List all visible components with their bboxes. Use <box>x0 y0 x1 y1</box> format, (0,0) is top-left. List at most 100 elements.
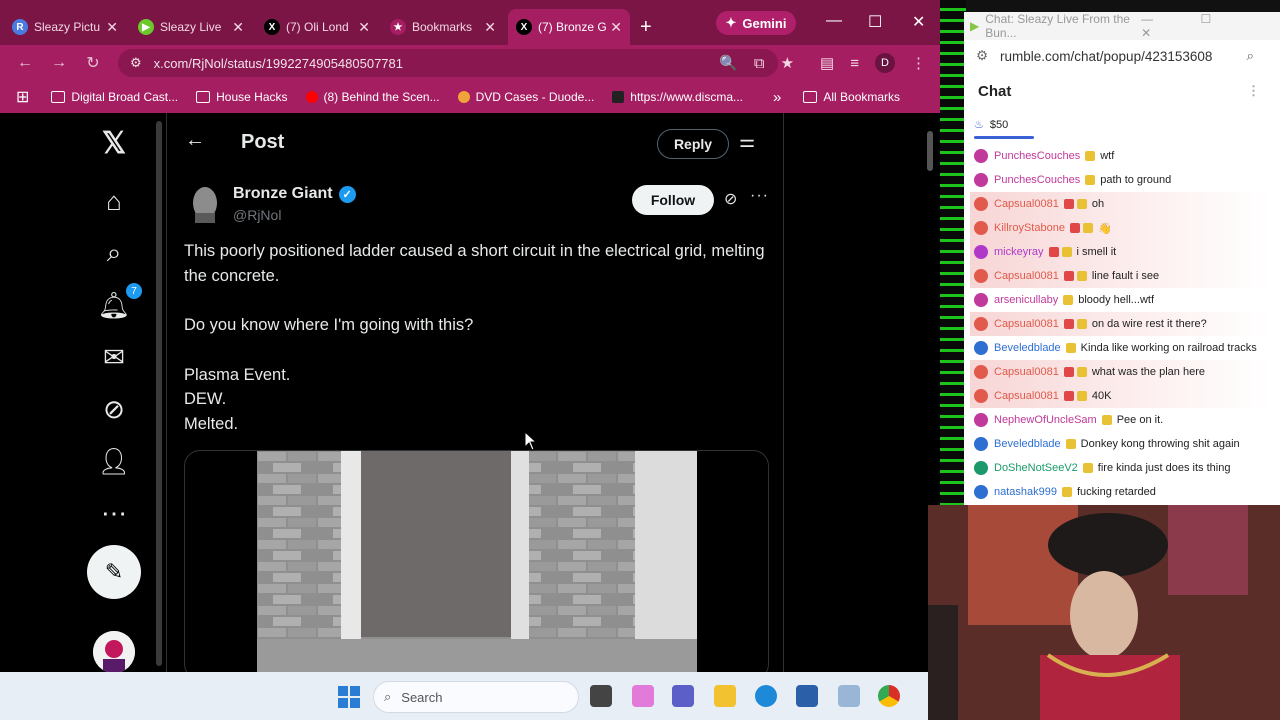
tab-close-icon[interactable]: ✕ <box>232 19 244 36</box>
search-icon[interactable]: ⌕ <box>96 235 132 271</box>
chat-message[interactable]: NephewOfUncleSam Pee on it. <box>970 408 1270 432</box>
site-info-icon[interactable]: ⚙ <box>130 55 142 71</box>
chat-user-avatar[interactable] <box>974 293 988 307</box>
media-control-icon[interactable]: ≡ <box>850 55 859 72</box>
tip-indicator[interactable]: ♨ $50 <box>974 118 1008 132</box>
bookmark-item[interactable]: House Hacks <box>196 90 288 104</box>
grok-explain-icon[interactable]: ⊘ <box>724 189 737 209</box>
chat-menu-icon[interactable]: ⋮ <box>1247 83 1260 99</box>
chat-user-avatar[interactable] <box>974 269 988 283</box>
more-options-icon[interactable]: ⋯ <box>96 495 132 531</box>
reading-list-icon[interactable]: ▤ <box>820 54 834 72</box>
filter-icon[interactable]: ⚌ <box>739 131 755 152</box>
profile-icon[interactable]: 👤︎ <box>96 443 132 479</box>
bookmark-item[interactable]: DVD Cases - Duode... <box>457 90 594 104</box>
post-video[interactable] <box>184 450 769 672</box>
chat-message[interactable]: PunchesCouches path to ground <box>970 168 1270 192</box>
chat-username[interactable]: Beveledblade <box>994 342 1061 354</box>
compose-post-button[interactable]: ✎ <box>87 545 141 599</box>
follow-button[interactable]: Follow <box>632 185 714 215</box>
zoom-icon[interactable]: ⌕ <box>1246 48 1254 64</box>
chat-message[interactable]: mickeyray i smell it <box>970 240 1270 264</box>
chat-message[interactable]: arsenicullaby bloody hell...wtf <box>970 288 1270 312</box>
apps-grid-icon[interactable]: ⊞ <box>16 87 29 107</box>
more-bookmarks-icon[interactable]: » <box>773 89 781 106</box>
site-info-icon[interactable]: ⚙ <box>976 48 988 64</box>
chat-username[interactable]: PunchesCouches <box>994 150 1080 162</box>
chat-user-avatar[interactable] <box>974 365 988 379</box>
chat-user-avatar[interactable] <box>974 173 988 187</box>
store-icon[interactable] <box>796 685 818 707</box>
chat-message[interactable]: Capsual0081 on da wire rest it there? <box>970 312 1270 336</box>
nav-scrollbar[interactable] <box>156 121 162 666</box>
author-handle[interactable]: @RjNol <box>233 207 281 223</box>
copilot-icon[interactable] <box>632 685 654 707</box>
chat-message[interactable]: Beveledblade Donkey kong throwing shit ag… <box>970 432 1270 456</box>
chrome-icon[interactable] <box>878 685 900 707</box>
bookmark-item[interactable]: https://www.discma... <box>612 90 743 104</box>
scrollbar-thumb[interactable] <box>927 131 933 171</box>
window-controls[interactable]: — ☐ ✕ <box>1141 12 1266 40</box>
chat-user-avatar[interactable] <box>974 197 988 211</box>
messages-icon[interactable]: ✉ <box>96 339 132 375</box>
maximize-button[interactable]: ☐ <box>868 12 882 32</box>
new-tab-button[interactable]: + <box>640 16 652 39</box>
chat-user-avatar[interactable] <box>974 485 988 499</box>
chat-username[interactable]: Capsual0081 <box>994 366 1059 378</box>
tab-close-icon[interactable]: ✕ <box>106 19 118 36</box>
start-button-icon[interactable] <box>338 686 360 708</box>
chat-user-avatar[interactable] <box>974 461 988 475</box>
tab-close-icon[interactable]: ✕ <box>484 19 496 36</box>
browser-tab[interactable]: X (7) Oli Lond ✕ <box>256 9 378 45</box>
tab-close-icon[interactable]: ✕ <box>610 19 622 36</box>
chat-user-avatar[interactable] <box>974 317 988 331</box>
chat-message[interactable]: Beveledblade Kinda like working on railro… <box>970 336 1270 360</box>
chat-user-avatar[interactable] <box>974 221 988 235</box>
bookmark-star-icon[interactable]: ★ <box>781 54 794 72</box>
chat-message[interactable]: Capsual0081 line fault i see <box>970 264 1270 288</box>
tab-close-icon[interactable]: ✕ <box>358 19 370 36</box>
teams-icon[interactable] <box>672 685 694 707</box>
chat-username[interactable]: NephewOfUncleSam <box>994 414 1097 426</box>
chat-username[interactable]: KillroyStabone <box>994 222 1065 234</box>
close-window-button[interactable]: ✕ <box>912 12 925 32</box>
profile-avatar[interactable]: D <box>875 53 895 73</box>
chat-message[interactable]: Capsual0081 what was the plan here <box>970 360 1270 384</box>
chat-username[interactable]: PunchesCouches <box>994 174 1080 186</box>
post-more-icon[interactable]: ··· <box>750 187 769 205</box>
file-explorer-icon[interactable] <box>714 685 736 707</box>
chat-user-avatar[interactable] <box>974 389 988 403</box>
chat-username[interactable]: Capsual0081 <box>994 390 1059 402</box>
app-icon[interactable] <box>838 685 860 707</box>
url-field[interactable]: ⚙ x.com/RjNol/status/1992274905480507781 <box>118 49 778 77</box>
chat-message[interactable]: Capsual0081 oh <box>970 192 1270 216</box>
edge-icon[interactable] <box>755 685 777 707</box>
browser-tab[interactable]: ★ Bookmarks ✕ <box>382 9 504 45</box>
app-icon[interactable] <box>590 685 612 707</box>
chat-message[interactable]: KillroyStabone 👋 <box>970 216 1270 240</box>
chat-message[interactable]: natashak999 fucking retarded <box>970 480 1270 504</box>
chat-username[interactable]: Capsual0081 <box>994 198 1059 210</box>
chat-message[interactable]: DoSheNotSeeV2 fire kinda just does its th… <box>970 456 1270 480</box>
reply-button[interactable]: Reply <box>657 129 729 159</box>
grok-icon[interactable]: ⊘ <box>96 391 132 427</box>
chat-message[interactable]: PunchesCouches wtf <box>970 144 1270 168</box>
back-arrow-icon[interactable]: ← <box>185 129 205 152</box>
notifications-icon[interactable]: 🔔︎ 7 <box>96 283 142 323</box>
chat-username[interactable]: Capsual0081 <box>994 270 1059 282</box>
browser-tab[interactable]: X (7) Bronze G ✕ <box>508 9 630 45</box>
zoom-icon[interactable]: 🔍 <box>719 54 738 72</box>
bookmark-item[interactable]: (8) Behind the Scen... <box>305 90 440 104</box>
all-bookmarks[interactable]: All Bookmarks <box>803 90 900 104</box>
chat-username[interactable]: Beveledblade <box>994 438 1061 450</box>
chat-user-avatar[interactable] <box>974 413 988 427</box>
browser-tab[interactable]: R Sleazy Pictu ✕ <box>4 9 126 45</box>
reload-icon[interactable]: ↻ <box>76 53 110 73</box>
chat-username[interactable]: natashak999 <box>994 486 1057 498</box>
forward-icon[interactable]: → <box>42 54 76 72</box>
chat-user-avatar[interactable] <box>974 437 988 451</box>
chat-username[interactable]: Capsual0081 <box>994 318 1059 330</box>
taskbar-search[interactable]: ⌕ Search <box>373 681 579 713</box>
chat-username[interactable]: DoSheNotSeeV2 <box>994 462 1078 474</box>
back-icon[interactable]: ← <box>8 54 42 72</box>
